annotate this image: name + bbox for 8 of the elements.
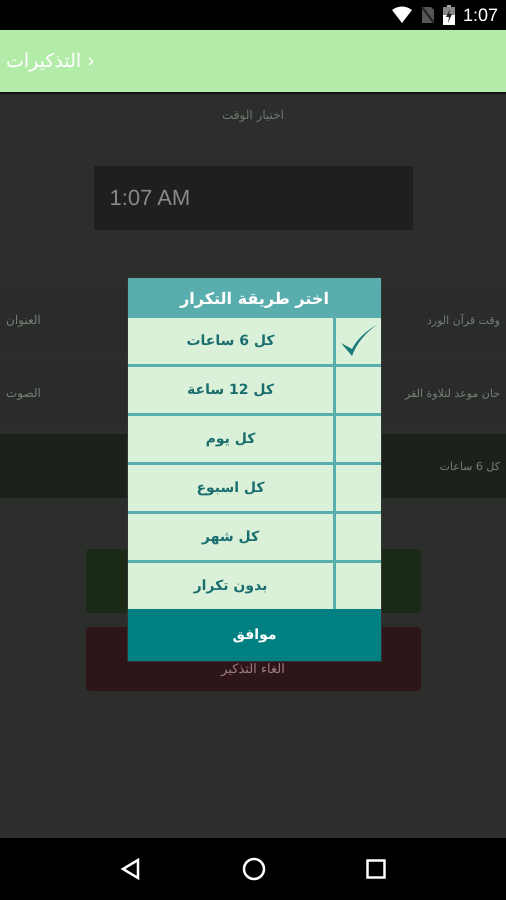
row-label: العنوان [6,313,41,327]
status-time: 1:07 [462,4,498,26]
row-value: حان موعد لتلاوة القر [405,386,500,400]
dialog-title: اختر طريقة التكرار [178,288,330,310]
row-label: الصوت [6,386,41,400]
row-value: كل 6 ساعات [440,460,500,472]
section-label: اختيار الوقت [222,108,284,122]
row-value: وقت قرآن الورد [426,314,500,326]
